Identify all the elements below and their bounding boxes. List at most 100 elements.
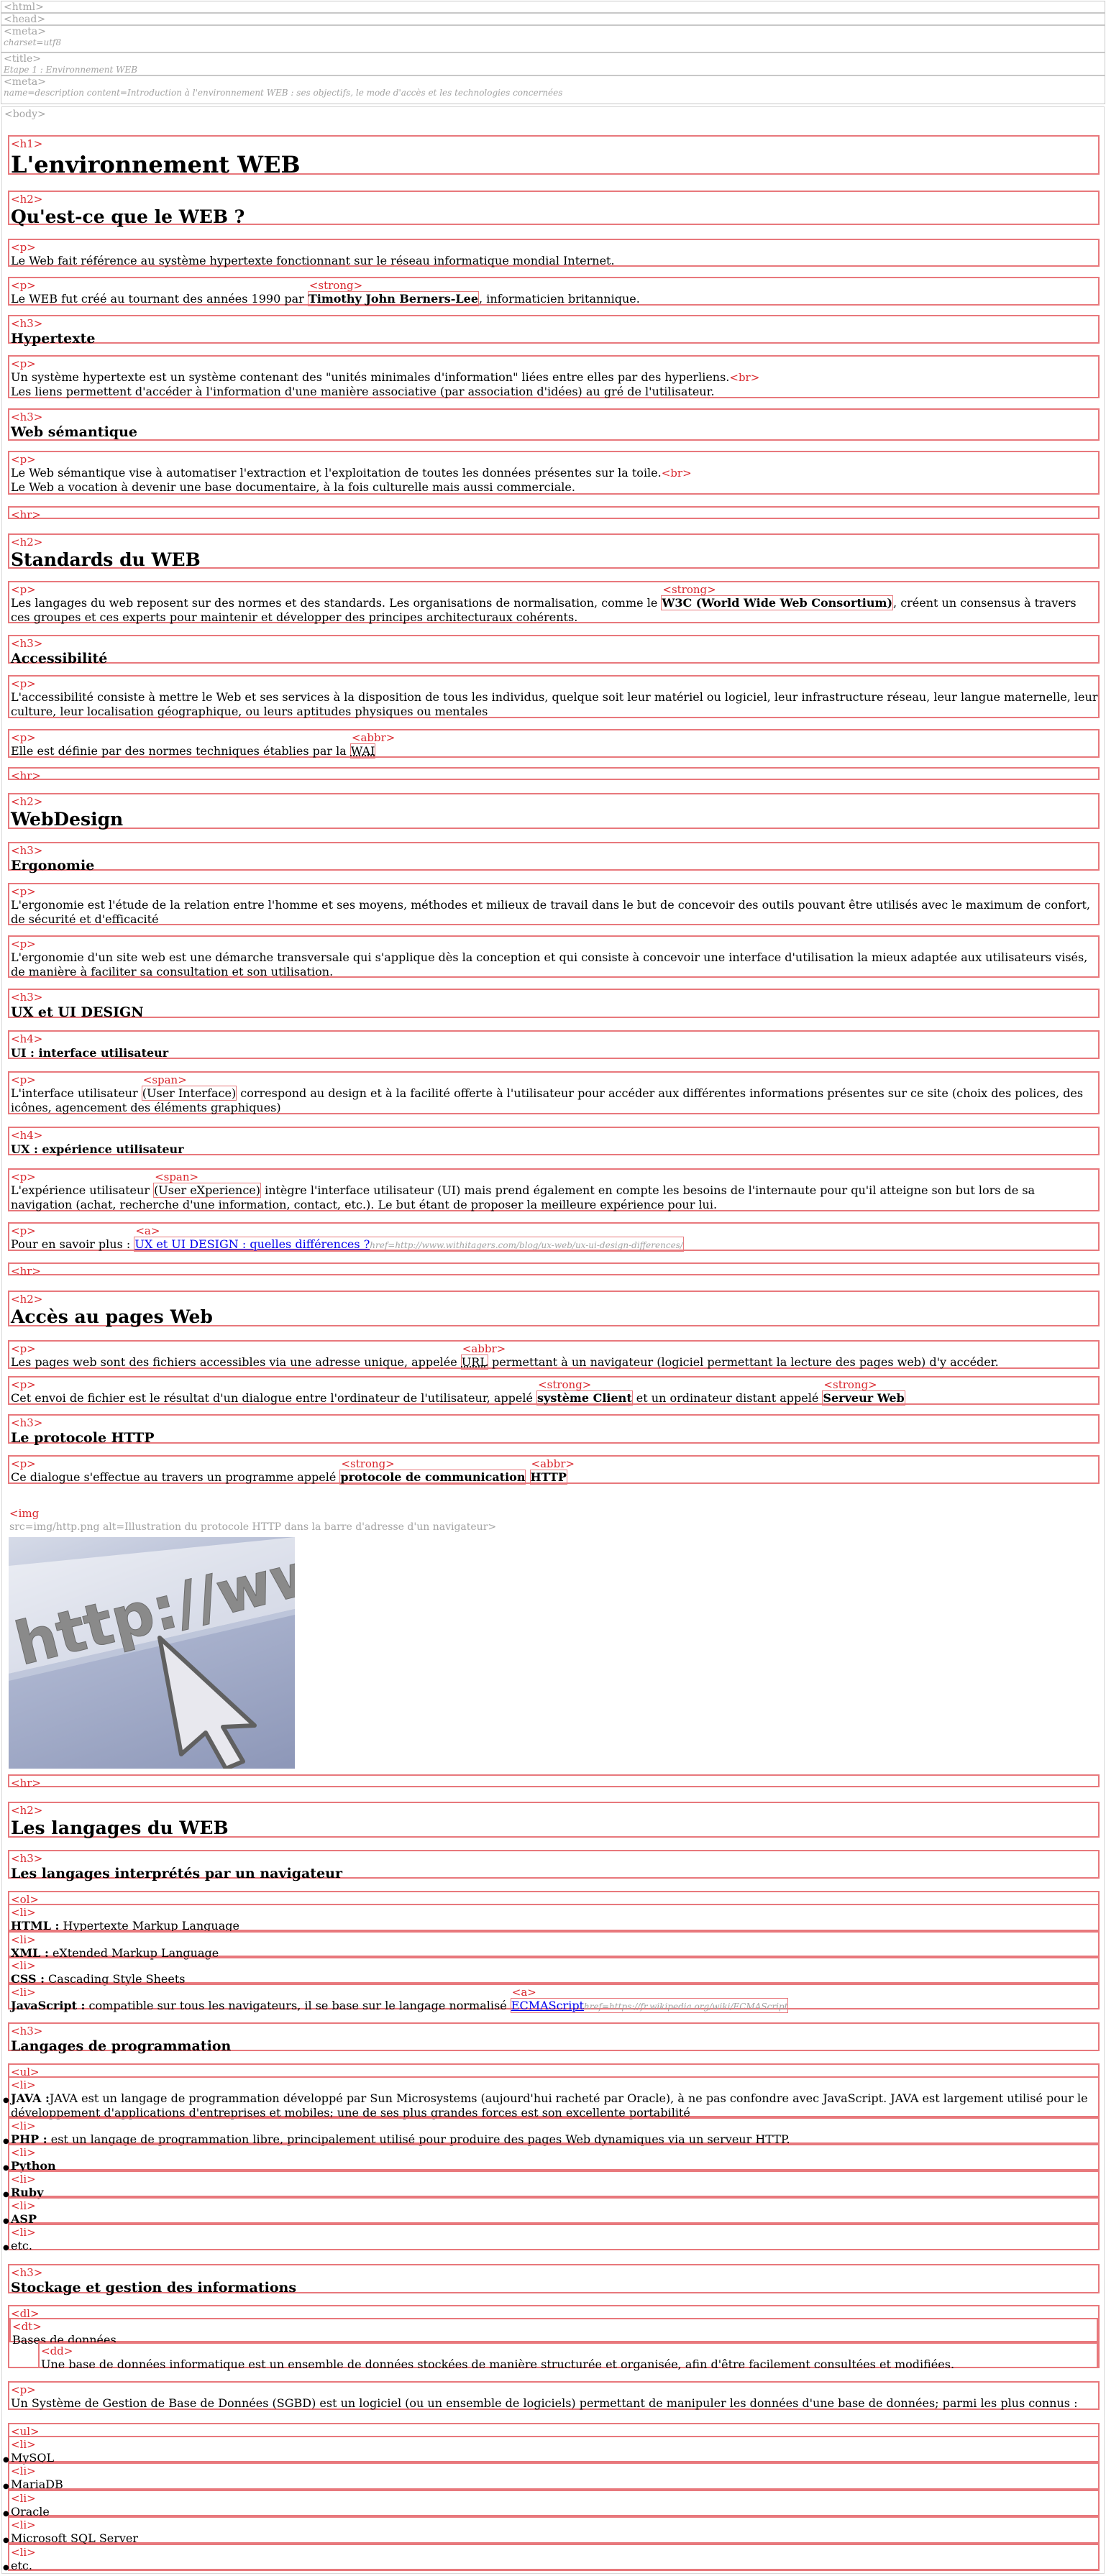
h3-text: Web sémantique xyxy=(11,424,137,440)
abbr-box: <abbr> URL xyxy=(460,1344,506,1370)
text: Le WEB fut créé au tournant des années 1… xyxy=(11,292,308,306)
strong-tag: <strong> xyxy=(662,583,716,596)
h2-text: Les langages du WEB xyxy=(11,1818,229,1838)
h3-text: Accessibilité xyxy=(11,651,108,666)
li-tag: <li> xyxy=(11,2146,36,2159)
p-text: Les pages web sont des fichiers accessib… xyxy=(11,1344,1098,1370)
paragraph: <p> Pour en savoir plus : <a> UX et UI DES… xyxy=(8,1222,1100,1252)
subheading: <h3> Ergonomie xyxy=(8,842,1100,874)
li-tag: <li> xyxy=(11,1959,36,1972)
hr-tag: <hr> xyxy=(11,508,41,521)
h2-tag: <h2> xyxy=(11,1804,43,1817)
text: Les langages du web reposent sur des nor… xyxy=(11,596,662,610)
section-web-heading: <h2> Qu'est-ce que le WEB ? xyxy=(8,191,1100,227)
h3-text: Ergonomie xyxy=(11,858,95,874)
text: JAVA est un langage de programmation dév… xyxy=(11,2091,1088,2119)
p-tag: <p> xyxy=(11,885,36,898)
p-text: Un système hypertexte est un système con… xyxy=(11,370,1098,399)
p-text: Le WEB fut créé au tournant des années 1… xyxy=(11,280,1098,306)
text xyxy=(526,1470,529,1484)
strong-box: <strong> Serveur Web xyxy=(822,1380,905,1406)
li-tag: <li> xyxy=(11,2119,36,2132)
list-item: <li> ● etc. xyxy=(3,2544,1100,2572)
p-tag: <p> xyxy=(11,279,36,292)
text: Ce dialogue s'effectue au travers un pro… xyxy=(11,1470,340,1484)
p-text: Elle est définie par des normes techniqu… xyxy=(11,733,1098,758)
subheading: <h3> Hypertexte xyxy=(8,315,1100,347)
meta-description-box: <meta> name=description content=Introduct… xyxy=(1,75,1105,104)
list-item: <li> HTML : Hypertexte Markup Language xyxy=(8,1904,1100,1933)
li-tag: <li> xyxy=(11,2492,36,2505)
text: et un ordinateur distant appelé xyxy=(632,1391,823,1405)
subheading: <h3> Les langages interprétés par un navi… xyxy=(8,1850,1100,1881)
list-item: <li> ● Microsoft SQL Server xyxy=(3,2516,1100,2545)
list-item: <li> ● Oracle xyxy=(3,2490,1100,2518)
strong-text: Timothy John Berners-Lee xyxy=(308,292,479,306)
page: <html> <head> <meta> charset=utf8 <title>… xyxy=(0,0,1106,2576)
li-tag: <li> xyxy=(11,2518,36,2531)
strong-tag: <strong> xyxy=(341,1457,395,1470)
strong-text: Serveur Web xyxy=(823,1391,905,1405)
h3-tag: <h3> xyxy=(11,317,43,330)
subheading-ux: <h4> UX : expérience utilisateur xyxy=(8,1127,1100,1156)
span-box: <span> (User Interface) xyxy=(141,1075,237,1101)
h2-tag: <h2> xyxy=(11,193,43,206)
p-tag: <p> xyxy=(11,938,36,950)
subheading: <h3> UX et UI DESIGN xyxy=(8,989,1100,1020)
p-text: L'ergonomie est l'étude de la relation e… xyxy=(11,898,1091,926)
list-item: <li> ● etc. xyxy=(3,2224,1100,2252)
span-tag: <span> xyxy=(142,1073,187,1086)
horizontal-rule: <hr> xyxy=(8,506,1100,521)
html-tag-box: <html> xyxy=(1,1,1105,13)
paragraph: <p> Les pages web sont des fichiers acces… xyxy=(8,1340,1100,1370)
h4-text: UI : interface utilisateur xyxy=(11,1046,169,1060)
list-item: <li> ● Ruby xyxy=(3,2171,1100,2199)
title-tag: <title> xyxy=(4,53,41,65)
h2-text: Standards du WEB xyxy=(11,549,201,570)
li-text: JavaScript : compatible sur tous les nav… xyxy=(11,1987,1098,2014)
br-tag: <br> xyxy=(661,467,692,480)
bullet-icon: ● xyxy=(3,2244,9,2252)
text: L'expérience utilisateur xyxy=(11,1183,154,1197)
horizontal-rule: <hr> xyxy=(8,1774,1100,1789)
p-text: Pour en savoir plus : <a> UX et UI DESIGN… xyxy=(11,1226,1098,1252)
h3-tag: <h3> xyxy=(11,844,43,857)
h2-text: Accès au pages Web xyxy=(11,1306,213,1327)
strong-text: JAVA : xyxy=(11,2091,50,2105)
bullet-icon: ● xyxy=(3,2564,9,2572)
strong-box: <strong> Timothy John Berners-Lee xyxy=(307,280,480,306)
h3-text: Langages de programmation xyxy=(11,2038,232,2054)
span-text: (User eXperience) xyxy=(154,1183,260,1197)
list-item: <li> ● MariaDB xyxy=(3,2462,1100,2491)
list-item: <li> ● Python xyxy=(3,2144,1100,2173)
strong-box: <strong> W3C (World Wide Web Consortium) xyxy=(661,585,894,610)
p-tag: <p> xyxy=(11,241,36,254)
head-tag-box: <head> xyxy=(1,13,1105,25)
section-webdesign-heading: <h2> WebDesign xyxy=(8,793,1100,830)
ux-ui-link[interactable]: UX et UI DESIGN : quelles différences ? xyxy=(134,1237,370,1251)
href-text: href=https://fr.wikipedia.org/wiki/ECMAS… xyxy=(583,2002,788,2012)
definition-term: <dt> Bases de données xyxy=(9,2318,1098,2347)
meta-tag: <meta> xyxy=(4,26,46,37)
meta2-tag: <meta> xyxy=(4,76,46,88)
p-text: Un Système de Gestion de Base de Données… xyxy=(11,2396,1078,2410)
subheading-ui: <h4> UI : interface utilisateur xyxy=(8,1030,1100,1060)
subheading: <h3> Le protocole HTTP xyxy=(8,1414,1100,1446)
paragraph: <p> L'ergonomie d'un site web est une dém… xyxy=(8,935,1100,978)
span-text: (User Interface) xyxy=(142,1086,237,1100)
text: Elle est définie par des normes techniqu… xyxy=(11,744,350,758)
h3-text: Les langages interprétés par un navigate… xyxy=(11,1866,342,1881)
li-tag: <li> xyxy=(11,2173,36,2186)
strong-text: système Client xyxy=(537,1391,632,1405)
definition-description: <dd> Une base de données informatique est… xyxy=(38,2342,1098,2371)
p-text: Cet envoi de fichier est le résultat d'u… xyxy=(11,1380,1098,1406)
li-text: etc. xyxy=(11,2559,32,2572)
page-heading: <h1> L'environnement WEB xyxy=(8,135,1100,178)
abbr-text: HTTP xyxy=(530,1470,567,1484)
paragraph: <p> Elle est définie par des normes techn… xyxy=(8,729,1100,758)
paragraph: <p> Le Web sémantique vise à automatiser … xyxy=(8,451,1100,495)
section-access-heading: <h2> Accès au pages Web xyxy=(8,1291,1100,1327)
ecmascript-link[interactable]: ECMAScript xyxy=(511,1999,584,2012)
span-tag: <span> xyxy=(155,1170,199,1183)
strong-text: W3C (World Wide Web Consortium) xyxy=(662,596,893,610)
